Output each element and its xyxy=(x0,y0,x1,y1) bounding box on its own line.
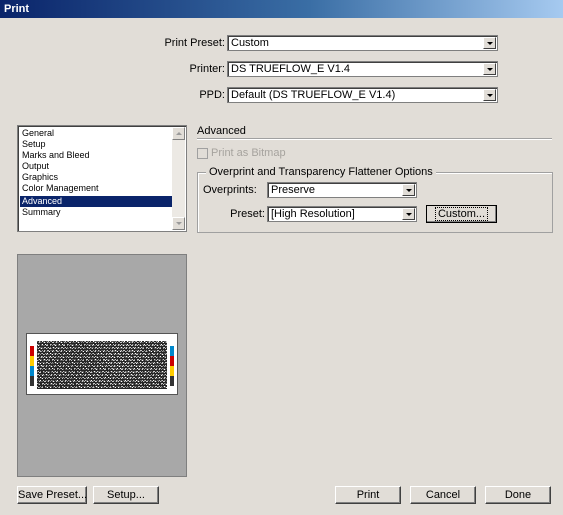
custom-button[interactable]: Custom... xyxy=(426,205,497,223)
custom-button-label: Custom... xyxy=(434,207,489,221)
overprints-label: Overprints: xyxy=(203,184,257,196)
setup-label: Setup... xyxy=(107,489,145,501)
preview-page xyxy=(26,333,178,395)
cancel-label: Cancel xyxy=(425,489,461,501)
ppd-select[interactable]: Default (DS TRUEFLOW_E V1.4) xyxy=(227,87,498,103)
list-item-output[interactable]: Output xyxy=(20,161,172,172)
setup-button[interactable]: Setup... xyxy=(93,486,159,504)
page-preview xyxy=(17,254,187,477)
flattener-preset-select[interactable]: [High Resolution] xyxy=(267,206,417,222)
list-item-advanced[interactable]: Advanced xyxy=(20,196,172,207)
chevron-down-icon[interactable] xyxy=(483,37,496,49)
list-item-marks-and-bleed[interactable]: Marks and Bleed xyxy=(20,150,172,161)
overprints-value: Preserve xyxy=(271,184,316,196)
print-as-bitmap-label: Print as Bitmap xyxy=(211,147,286,159)
group-title: Overprint and Transparency Flattener Opt… xyxy=(206,166,436,178)
printer-label: Printer: xyxy=(189,63,225,75)
color-bar xyxy=(30,346,34,386)
printer-select[interactable]: DS TRUEFLOW_E V1.4 xyxy=(227,61,498,77)
print-preset-value: Custom xyxy=(231,37,269,49)
overprints-select[interactable]: Preserve xyxy=(267,182,417,198)
scroll-down-icon[interactable] xyxy=(172,217,185,230)
section-divider xyxy=(197,138,552,140)
list-scrollbar[interactable] xyxy=(172,127,185,230)
scroll-up-icon[interactable] xyxy=(172,127,185,140)
print-as-bitmap-checkbox[interactable] xyxy=(197,148,208,159)
printer-value: DS TRUEFLOW_E V1.4 xyxy=(231,63,350,75)
preview-content xyxy=(37,341,167,389)
done-label: Done xyxy=(504,489,532,501)
list-item-color-management[interactable]: Color Management xyxy=(20,183,172,194)
list-item-general[interactable]: General xyxy=(20,128,172,139)
print-label: Print xyxy=(356,489,380,501)
title-bar: Print xyxy=(0,0,563,18)
chevron-down-icon[interactable] xyxy=(402,208,415,220)
print-dialog: Print Print Preset: Custom Printer: DS T… xyxy=(0,0,563,515)
flattener-preset-label: Preset: xyxy=(230,208,265,220)
chevron-down-icon[interactable] xyxy=(483,89,496,101)
save-preset-label: Save Preset... xyxy=(18,489,88,501)
list-item-graphics[interactable]: Graphics xyxy=(20,172,172,183)
color-bar xyxy=(170,346,174,386)
chevron-down-icon[interactable] xyxy=(402,184,415,196)
flattener-preset-value: [High Resolution] xyxy=(271,208,355,220)
print-preset-select[interactable]: Custom xyxy=(227,35,498,51)
list-item-summary[interactable]: Summary xyxy=(20,207,172,218)
ppd-label: PPD: xyxy=(199,89,225,101)
list-item-setup[interactable]: Setup xyxy=(20,139,172,150)
section-title: Advanced xyxy=(197,125,246,137)
save-preset-button[interactable]: Save Preset... xyxy=(17,486,87,504)
chevron-down-icon[interactable] xyxy=(483,63,496,75)
category-list[interactable]: General Setup Marks and Bleed Output Gra… xyxy=(17,125,187,232)
ppd-value: Default (DS TRUEFLOW_E V1.4) xyxy=(231,89,396,101)
print-button[interactable]: Print xyxy=(335,486,401,504)
cancel-button[interactable]: Cancel xyxy=(410,486,476,504)
print-preset-label: Print Preset: xyxy=(164,37,225,49)
done-button[interactable]: Done xyxy=(485,486,551,504)
